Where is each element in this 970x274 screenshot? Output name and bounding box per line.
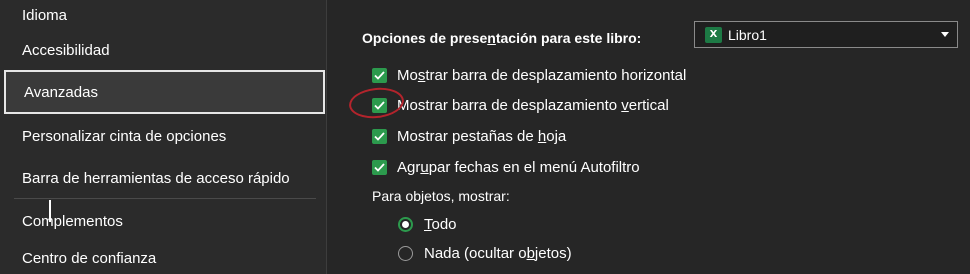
sidebar-item-label: Complementos [22,212,123,230]
objects-display-label: Para objetos, mostrar: [372,188,510,204]
options-sidebar: Idioma Accesibilidad Avanzadas Personali… [0,0,327,274]
label-part: Nada (ocultar o [424,244,527,262]
label-part: Mostrar pestañas de [397,127,538,145]
workbook-select[interactable]: X Libro1 [694,21,958,48]
display-options-label: Opciones de presentación para este libro… [362,30,641,46]
chevron-down-icon [941,32,949,37]
excel-workbook-icon: X [705,26,722,43]
option-label: Nada (ocultar objetos) [424,245,572,262]
option-group-dates[interactable]: Agrupar fechas en el menú Autofiltro [372,157,640,177]
label-part: tación para este libro: [495,30,642,46]
sidebar-item-label: Avanzadas [24,83,98,101]
sidebar-item-avanzadas[interactable]: Avanzadas [4,70,325,114]
sidebar-item-label: Barra de herramientas de acceso rápido [22,169,290,187]
sidebar-item-label: Centro de confianza [22,249,157,267]
radio-nada[interactable] [398,245,413,261]
advanced-options-panel: Opciones de presentación para este libro… [328,0,970,274]
option-label: Mostrar barra de desplazamiento horizont… [397,67,686,84]
label-part: oja [546,127,567,145]
label-part: odo [431,215,457,233]
sidebar-item-barra-acceso-rapido[interactable]: Barra de herramientas de acceso rápido [4,156,325,200]
radio-option-nada[interactable]: Nada (ocultar objetos) [398,243,572,263]
label-part: par fechas en el menú Autofiltro [428,158,640,176]
checkbox-group-dates[interactable] [372,159,387,175]
label-accelerator: T [424,215,432,233]
option-horizontal-scrollbar[interactable]: Mostrar barra de desplazamiento horizont… [372,65,686,85]
sidebar-item-centro-confianza[interactable]: Centro de confianza [4,236,325,274]
option-label: Agrupar fechas en el menú Autofiltro [397,159,640,176]
label-part: Agr [397,158,421,176]
label-accelerator: u [420,158,429,176]
checkbox-sheet-tabs[interactable] [372,128,387,144]
option-vertical-scrollbar[interactable]: Mostrar barra de desplazamiento vertical [372,95,669,115]
checkmark-icon [374,131,385,141]
checkmark-icon [374,162,385,172]
option-label: Mostrar barra de desplazamiento vertical [397,97,669,114]
option-sheet-tabs[interactable]: Mostrar pestañas de hoja [372,126,566,146]
label-accelerator: n [487,30,496,46]
checkbox-horizontal-scrollbar[interactable] [372,67,387,83]
label-accelerator: h [537,127,547,145]
label-part: Mostrar barra de desplazamiento [397,96,622,114]
label-part: trar barra de desplazamiento horizontal [425,66,687,84]
option-label: Todo [424,216,457,233]
label-accelerator: b [526,244,535,262]
checkmark-icon [374,70,385,80]
sidebar-item-accesibilidad[interactable]: Accesibilidad [4,28,325,72]
sidebar-item-label: Accesibilidad [22,41,110,59]
sidebar-item-label: Personalizar cinta de opciones [22,127,227,145]
radio-todo[interactable] [398,216,413,232]
workbook-select-value: Libro1 [728,26,767,43]
option-label: Mostrar pestañas de hoja [397,128,566,145]
radio-option-todo[interactable]: Todo [398,214,457,234]
label-part: jetos) [534,244,572,262]
label-part: ertical [628,96,669,114]
label-part: Mo [397,66,418,84]
sidebar-item-personalizar-cinta[interactable]: Personalizar cinta de opciones [4,114,325,158]
label-accelerator: v [621,96,629,114]
label-part: Opciones de prese [362,30,488,46]
sidebar-item-label: Idioma [22,6,68,24]
text-cursor-icon [49,200,51,222]
annotation-circle-highlight [347,85,406,121]
